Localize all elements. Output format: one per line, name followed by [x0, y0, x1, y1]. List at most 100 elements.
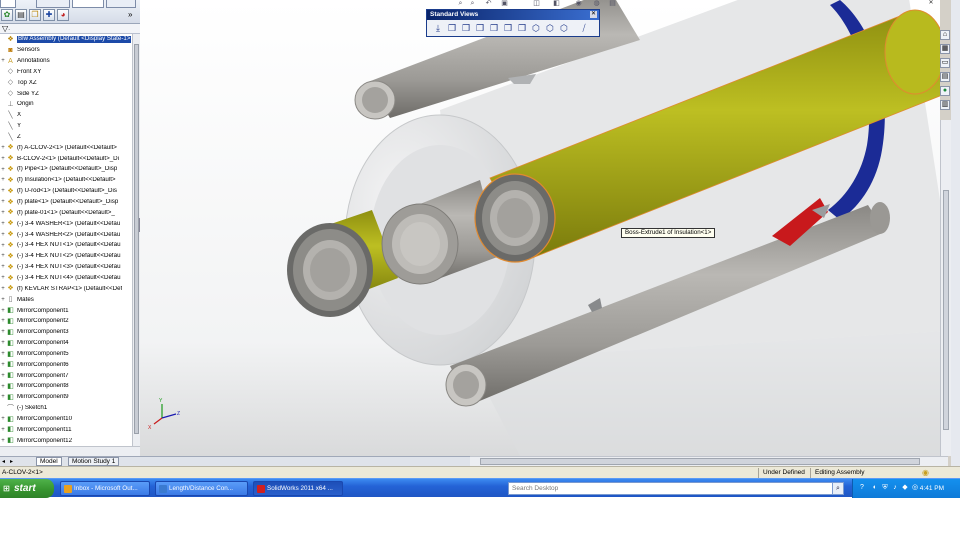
tab-feature-tree[interactable]	[0, 0, 16, 8]
bottom-view-icon[interactable]: ❒	[516, 22, 528, 34]
dimetric-icon[interactable]: ⬡	[558, 22, 570, 34]
taskbar-button[interactable]: Inbox - Microsoft Out...	[60, 481, 150, 496]
view-selector-icon[interactable]: ⧸	[578, 22, 590, 34]
tree-item[interactable]: + ◧ MirrorComponent7	[0, 370, 132, 381]
tree-item[interactable]: + ❖ (f) U-rod<1> (Default<<Default>_Dis	[0, 186, 132, 197]
tree-item[interactable]: + ◧ MirrorComponent4	[0, 338, 132, 349]
tree-item[interactable]: + ❖ (-) 3-4 WASHER<2> (Default<<Defau	[0, 229, 132, 240]
tab-model[interactable]: Model	[36, 457, 62, 466]
edit-appearance-icon[interactable]: ◍	[592, 0, 601, 7]
start-button[interactable]: ⊞ start	[0, 479, 54, 498]
normal-to-icon[interactable]: ⤓	[432, 22, 444, 34]
tree-item[interactable]: + ❖ (f) Pipe<1> (Default<<Default>_Disp	[0, 164, 132, 175]
right-view-icon[interactable]: ❒	[488, 22, 500, 34]
zoom-area-icon[interactable]: ⌕	[468, 0, 477, 7]
isometric-icon[interactable]: ⬡	[530, 22, 542, 34]
viewport-vertical-scrollbar[interactable]	[940, 120, 951, 456]
property-manager-icon[interactable]: ▤	[15, 9, 27, 21]
tree-item[interactable]: + ❖ (f) A-CLOV-2<1> (Default<<Default>	[0, 143, 132, 154]
tree-item[interactable]: + ❖ (f) KEVLAR STRAP<1> (Default<<Def	[0, 284, 132, 295]
tree-item[interactable]: + ❖ (-) 3-4 HEX NUT<3> (Default<<Defau	[0, 262, 132, 273]
view-orientation-icon[interactable]: ◫	[532, 0, 541, 7]
rebuild-icon[interactable]: ◉	[922, 467, 929, 478]
close-icon[interactable]: ✕	[590, 11, 597, 18]
apply-scene-icon[interactable]: ▤	[608, 0, 617, 7]
zoom-to-fit-icon[interactable]: ⌕	[456, 0, 465, 7]
tree-item[interactable]: + ❖ (-) 3-4 HEX NUT<2> (Default<<Defau	[0, 251, 132, 262]
tree-item[interactable]: ◇ Side YZ	[0, 88, 132, 99]
tree-item[interactable]: + ◧ MirrorComponent12	[0, 435, 132, 446]
tree-item[interactable]: + ◧ MirrorComponent10	[0, 414, 132, 425]
tree-horizontal-scrollbar[interactable]	[0, 446, 140, 456]
tab-configuration[interactable]	[72, 0, 104, 8]
configuration-manager-icon[interactable]: ❐	[29, 9, 41, 21]
tree-item[interactable]: ╲ Y	[0, 121, 132, 132]
trimetric-icon[interactable]: ⬡	[544, 22, 556, 34]
antivirus-icon[interactable]: ⛨	[881, 484, 889, 492]
tree-item[interactable]: + ❖ (-) 3-4 HEX NUT<4> (Default<<Defau	[0, 273, 132, 284]
taskbar-button[interactable]: Length/Distance Con...	[155, 481, 248, 496]
window-close-icon[interactable]: ✕	[927, 0, 935, 7]
tree-item[interactable]: ╲ Z	[0, 132, 132, 143]
tree-item[interactable]: ◇ Top XZ	[0, 77, 132, 88]
tab-scroll-left-icon[interactable]: ◂	[2, 458, 5, 465]
volume-icon[interactable]: ♪	[891, 484, 899, 492]
display-manager-icon[interactable]: ◕	[57, 9, 69, 21]
tree-item[interactable]: + ◧ MirrorComponent1	[0, 305, 132, 316]
view-palette-icon[interactable]: ▤	[940, 72, 950, 82]
tree-item[interactable]: + ◧ MirrorComponent6	[0, 360, 132, 371]
tree-item[interactable]: + ◧ MirrorComponent5	[0, 349, 132, 360]
tree-item[interactable]: + ❖ (f) plate-01<1> (Default<<Default>_	[0, 208, 132, 219]
front-view-icon[interactable]: ❒	[446, 22, 458, 34]
tree-item[interactable]: ⊥ Origin	[0, 99, 132, 110]
search-icon[interactable]: ⌕	[832, 482, 844, 495]
tab-scroll-right-icon[interactable]: ▸	[10, 458, 13, 465]
tab-motion-study[interactable]: Motion Study 1	[68, 457, 120, 466]
feature-tree-icon[interactable]: ✿	[1, 9, 13, 21]
clock[interactable]: 4:41 PM	[920, 479, 944, 498]
tree-item[interactable]: + ❖ (-) 3-4 HEX NUT<1> (Default<<Defau	[0, 240, 132, 251]
graphics-area[interactable]: Y Z X	[140, 0, 940, 456]
help-icon[interactable]: ?	[858, 484, 866, 492]
tree-item[interactable]: ◇ Front XY	[0, 67, 132, 78]
desktop-search-input[interactable]: Search Desktop	[508, 482, 838, 495]
tree-vertical-scrollbar[interactable]	[132, 34, 140, 446]
display-style-icon[interactable]: ◧	[552, 0, 561, 7]
appearances-icon[interactable]: ●	[940, 86, 950, 96]
previous-view-icon[interactable]: ↶	[484, 0, 493, 7]
hide-show-icon[interactable]: ◉	[574, 0, 583, 7]
tree-item[interactable]: + ◧ MirrorComponent8	[0, 381, 132, 392]
tree-item[interactable]: + A Annotations	[0, 56, 132, 67]
dimxpert-icon[interactable]: ✚	[43, 9, 55, 21]
section-view-icon[interactable]: ▣	[500, 0, 509, 7]
top-view-icon[interactable]: ❒	[502, 22, 514, 34]
left-view-icon[interactable]: ❒	[474, 22, 486, 34]
design-library-icon[interactable]: ▦	[940, 44, 950, 54]
scroll-thumb[interactable]	[943, 190, 949, 430]
filter-bar[interactable]: ▽·	[0, 24, 140, 34]
tree-root-assembly[interactable]: ❖ Blw Assembly (Default <Display State-1…	[0, 34, 132, 45]
scroll-thumb[interactable]	[134, 44, 139, 434]
tree-item[interactable]: + ❖ (f) plate<1> (Default<<Default>_Disp	[0, 197, 132, 208]
tree-item[interactable]: + ❖ (-) 3-4 WASHER<1> (Default<<Defau	[0, 218, 132, 229]
tree-item[interactable]: ╲ X	[0, 110, 132, 121]
taskbar-button[interactable]: SolidWorks 2011 x64 ...	[253, 481, 343, 496]
tree-item[interactable]: + ◧ MirrorComponent9	[0, 392, 132, 403]
update-icon[interactable]: ◆	[901, 484, 909, 492]
tree-item[interactable]: + ◧ MirrorComponent3	[0, 327, 132, 338]
tree-item[interactable]: + ◧ MirrorComponent2	[0, 316, 132, 327]
tab-dim-expert[interactable]	[106, 0, 136, 8]
tree-item[interactable]: ⌒ (-) Sketch1	[0, 403, 132, 414]
scroll-thumb[interactable]	[480, 458, 920, 465]
network-icon[interactable]: ◐	[871, 484, 879, 492]
viewport-horizontal-scrollbar[interactable]	[470, 456, 948, 466]
tree-item[interactable]: + ▯ Mates	[0, 294, 132, 305]
tree-item[interactable]: + ❖ (f) Insulation<1> (Default<<Default>	[0, 175, 132, 186]
solidworks-resources-icon[interactable]: ⌂	[940, 30, 950, 40]
tab-property-manager[interactable]	[36, 0, 70, 8]
panel-expand-icon[interactable]: »	[128, 10, 132, 19]
tree-item[interactable]: ◙ Sensors	[0, 45, 132, 56]
custom-properties-icon[interactable]: ▥	[940, 100, 950, 110]
back-view-icon[interactable]: ❒	[460, 22, 472, 34]
tree-item[interactable]: + ❖ B-CLOV-2<1> (Default<<Default>_Di	[0, 153, 132, 164]
